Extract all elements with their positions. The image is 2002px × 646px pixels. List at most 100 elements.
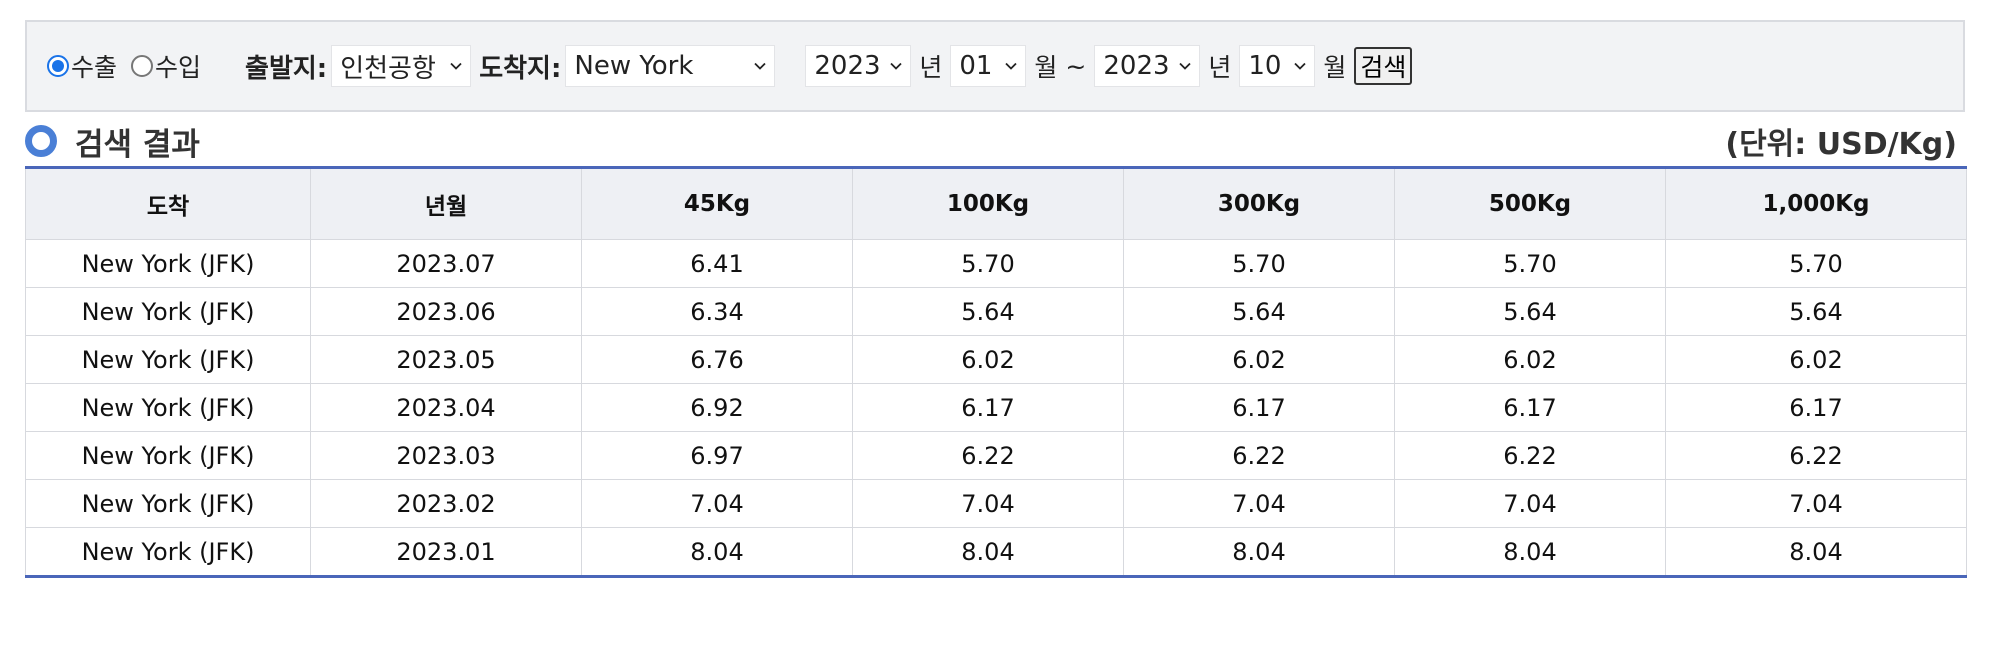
- radio-import-label: 수입: [155, 53, 202, 82]
- table-cell: 5.70: [1123, 239, 1395, 288]
- radio-import[interactable]: 수입: [131, 48, 201, 84]
- start-year-select[interactable]: 2023: [805, 45, 912, 87]
- table-cell: 8.04: [1665, 527, 1967, 577]
- start-month-value: 01: [959, 51, 993, 81]
- table-cell: 5.64: [1123, 287, 1395, 336]
- table-cell: 5.64: [1394, 287, 1666, 336]
- table-cell: New York (JFK): [25, 431, 311, 480]
- chevron-down-icon: [450, 62, 462, 70]
- table-cell: 5.70: [1665, 239, 1967, 288]
- table-cell: 6.02: [1394, 335, 1666, 384]
- table-cell: 6.34: [581, 287, 853, 336]
- origin-select[interactable]: 인천공항: [331, 45, 472, 87]
- end-year-unit: 년: [1208, 53, 1232, 82]
- table-cell: 2023.02: [310, 479, 582, 528]
- table-cell: 2023.06: [310, 287, 582, 336]
- table-cell: 2023.07: [310, 239, 582, 288]
- table-cell: 8.04: [581, 527, 853, 577]
- table-row: New York (JFK) 2023.07 6.41 5.70 5.70 5.70 5.7…: [25, 239, 1967, 288]
- table-cell: 6.17: [1394, 383, 1666, 432]
- table-cell: 5.70: [1394, 239, 1666, 288]
- table-cell: 8.04: [852, 527, 1124, 577]
- table-cell: 6.76: [581, 335, 853, 384]
- chevron-down-icon: [890, 62, 903, 70]
- circle-bullet-icon: [25, 125, 57, 157]
- table-row: New York (JFK) 2023.06 6.34 5.64 5.64 5.64 5.6…: [25, 287, 1967, 336]
- table-cell: 6.02: [1123, 335, 1395, 384]
- column-header: 45Kg: [581, 167, 853, 240]
- column-header: 1,000Kg: [1665, 167, 1967, 240]
- table-cell: New York (JFK): [25, 335, 311, 384]
- column-header: 도착: [25, 167, 311, 240]
- table-cell: 6.22: [1123, 431, 1395, 480]
- table-cell: 6.97: [581, 431, 853, 480]
- start-year-unit: 년: [919, 53, 943, 82]
- end-month-select[interactable]: 10: [1239, 45, 1316, 87]
- table-cell: 6.92: [581, 383, 853, 432]
- radio-export-dot[interactable]: [47, 55, 69, 77]
- table-row: New York (JFK) 2023.03 6.97 6.22 6.22 6.22 6.2…: [25, 431, 1967, 480]
- table-cell: 2023.03: [310, 431, 582, 480]
- table-cell: 7.04: [1394, 479, 1666, 528]
- table-cell: 6.41: [581, 239, 853, 288]
- unit-label: (단위: USD/Kg): [1725, 127, 1957, 162]
- table-body: New York (JFK) 2023.07 6.41 5.70 5.70 5.70 5.7…: [25, 239, 1967, 577]
- table-header-row: 도착 년월 45Kg 100Kg 300Kg 500Kg 1,000Kg: [25, 167, 1967, 240]
- table-cell: 6.17: [1123, 383, 1395, 432]
- table-cell: New York (JFK): [25, 479, 311, 528]
- table-cell: New York (JFK): [25, 239, 311, 288]
- table-cell: 5.70: [852, 239, 1124, 288]
- table-cell: 2023.01: [310, 527, 582, 577]
- table-cell: 2023.04: [310, 383, 582, 432]
- table-cell: 6.22: [1665, 431, 1967, 480]
- table-cell: 6.02: [852, 335, 1124, 384]
- start-month-select[interactable]: 01: [950, 45, 1027, 87]
- end-year-value: 2023: [1103, 51, 1170, 81]
- table-row: New York (JFK) 2023.02 7.04 7.04 7.04 7.04 7.0…: [25, 479, 1967, 528]
- table-cell: 7.04: [1665, 479, 1967, 528]
- table-cell: 7.04: [581, 479, 853, 528]
- results-table: 도착 년월 45Kg 100Kg 300Kg 500Kg 1,000Kg New…: [25, 166, 1967, 578]
- table-cell: 6.22: [852, 431, 1124, 480]
- table-cell: New York (JFK): [25, 287, 311, 336]
- start-month-unit: 월: [1034, 53, 1058, 82]
- radio-export[interactable]: 수출: [47, 48, 117, 84]
- table-cell: 8.04: [1123, 527, 1395, 577]
- destination-select-value: New York: [574, 51, 694, 81]
- range-separator: ~: [1065, 51, 1087, 81]
- radio-export-label: 수출: [71, 53, 118, 82]
- table-cell: New York (JFK): [25, 383, 311, 432]
- table-cell: 6.17: [852, 383, 1124, 432]
- radio-import-dot[interactable]: [131, 55, 154, 77]
- column-header: 300Kg: [1123, 167, 1395, 240]
- chevron-down-icon: [1179, 62, 1191, 70]
- end-month-unit: 월: [1323, 53, 1347, 82]
- column-header: 500Kg: [1394, 167, 1666, 240]
- chevron-down-icon: [1294, 62, 1307, 70]
- table-cell: 8.04: [1394, 527, 1666, 577]
- chevron-down-icon: [754, 62, 767, 70]
- table-cell: 2023.05: [310, 335, 582, 384]
- column-header: 년월: [310, 167, 582, 240]
- table-cell: New York (JFK): [25, 527, 311, 577]
- trade-type-radio-group: 수출 수입: [47, 48, 215, 84]
- start-year-value: 2023: [814, 51, 881, 81]
- table-cell: 6.17: [1665, 383, 1967, 432]
- table-cell: 5.64: [1665, 287, 1967, 336]
- table-cell: 5.64: [852, 287, 1124, 336]
- table-row: New York (JFK) 2023.04 6.92 6.17 6.17 6.17 6.1…: [25, 383, 1967, 432]
- origin-select-value: 인천공항: [340, 53, 436, 84]
- end-year-select[interactable]: 2023: [1094, 45, 1201, 87]
- end-month-value: 10: [1248, 51, 1282, 81]
- filter-bar: 수출 수입 출발지: 인천공항 도착지: New York 2023 년 01 …: [25, 20, 1965, 112]
- column-header: 100Kg: [852, 167, 1124, 240]
- results-title-wrap: 검색 결과: [25, 119, 200, 164]
- destination-label: 도착지:: [479, 53, 562, 84]
- origin-label: 출발지:: [245, 53, 328, 84]
- search-button[interactable]: 검색: [1354, 47, 1413, 85]
- table-cell: 6.22: [1394, 431, 1666, 480]
- destination-select[interactable]: New York: [565, 45, 776, 87]
- table-cell: 7.04: [852, 479, 1124, 528]
- table-row: New York (JFK) 2023.05 6.76 6.02 6.02 6.02 6.0…: [25, 335, 1967, 384]
- results-title: 검색 결과: [75, 126, 200, 163]
